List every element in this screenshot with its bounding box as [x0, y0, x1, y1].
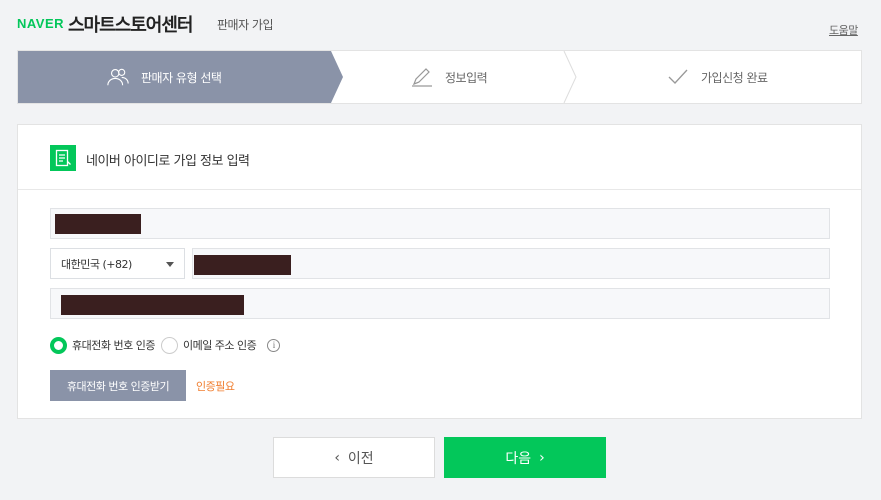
signup-form-card: 네이버 아이디로 가입 정보 입력 대한민국 (+82) 휴대전화 번호 인증 … [17, 124, 862, 419]
users-icon [106, 66, 130, 88]
radio-phone-verify[interactable] [50, 336, 67, 354]
redacted-value [194, 255, 291, 275]
name-field[interactable] [50, 208, 830, 239]
redacted-value [55, 214, 141, 234]
verify-method-group: 휴대전화 번호 인증 이메일 주소 인증 i [50, 335, 281, 355]
step-seller-type: 판매자 유형 선택 [18, 51, 343, 103]
chevron-right-icon: › [539, 449, 545, 466]
step-label: 정보입력 [445, 70, 488, 85]
dropdown-arrow-icon [166, 262, 174, 267]
form-header: 네이버 아이디로 가입 정보 입력 [18, 125, 861, 190]
prev-button[interactable]: ‹ 이전 [273, 437, 435, 478]
step-label: 가입신청 완료 [701, 70, 768, 85]
next-button[interactable]: 다음 › [444, 437, 606, 478]
prev-label: 이전 [347, 450, 374, 467]
step-info-input: 정보입력 [410, 51, 488, 103]
country-code-select[interactable]: 대한민국 (+82) [50, 248, 185, 279]
chevron-left-icon: ‹ [334, 449, 340, 466]
step-divider [563, 51, 577, 103]
step-label: 판매자 유형 선택 [141, 70, 222, 85]
signup-steps: 판매자 유형 선택 정보입력 가입신청 완료 [17, 50, 862, 104]
radio-email-verify[interactable] [160, 336, 178, 354]
phone-field[interactable] [192, 248, 830, 279]
email-field[interactable] [50, 288, 830, 319]
page-header: NAVER 스마트스토어센터 판매자 가입 도움말 [0, 0, 881, 50]
page-subtitle: 판매자 가입 [217, 18, 274, 32]
phone-verify-button[interactable]: 휴대전화 번호 인증받기 [50, 370, 186, 401]
naver-logo[interactable]: NAVER [17, 16, 64, 31]
info-icon[interactable]: i [267, 338, 281, 352]
form-title: 네이버 아이디로 가입 정보 입력 [86, 154, 250, 169]
verify-status-text: 인증필요 [196, 380, 235, 393]
redacted-value [61, 295, 244, 315]
next-label: 다음 [505, 450, 532, 467]
page-title: 스마트스토어센터 [68, 15, 193, 36]
help-link[interactable]: 도움말 [829, 22, 858, 38]
document-icon [50, 145, 76, 171]
radio-email-label[interactable]: 이메일 주소 인증 [183, 337, 257, 353]
pencil-icon [410, 66, 434, 88]
country-code-value: 대한민국 (+82) [61, 257, 132, 271]
radio-phone-label[interactable]: 휴대전화 번호 인증 [72, 337, 155, 353]
check-icon [666, 66, 690, 88]
step-complete: 가입신청 완료 [666, 51, 768, 103]
